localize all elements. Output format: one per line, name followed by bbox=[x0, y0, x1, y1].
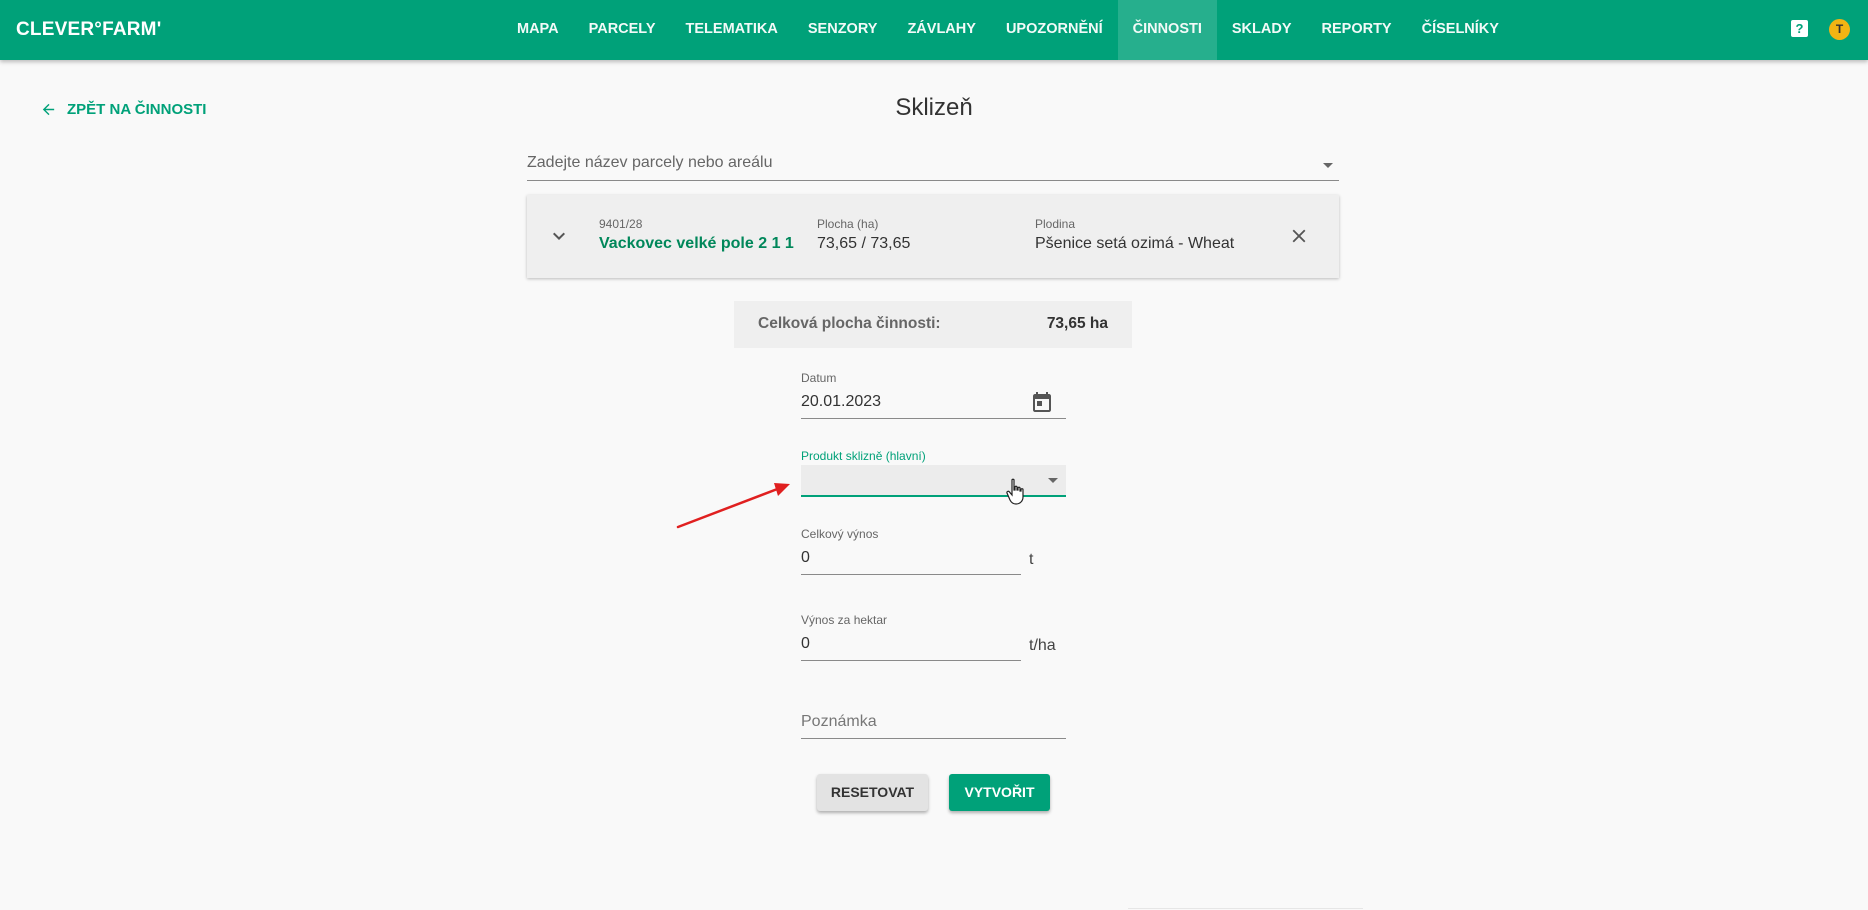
date-label: Datum bbox=[801, 371, 837, 385]
calendar-icon[interactable] bbox=[1030, 391, 1054, 415]
nav-item-cinnosti[interactable]: ČINNOSTI bbox=[1117, 0, 1217, 60]
total-yield-underline bbox=[801, 574, 1021, 575]
top-navbar: CLEVER°FARM' MAPA PARCELY TELEMATIKA SEN… bbox=[0, 0, 1868, 60]
app-logo[interactable]: CLEVER°FARM' bbox=[16, 0, 161, 60]
yield-per-ha-label: Výnos za hektar bbox=[801, 613, 888, 627]
nav-item-senzory[interactable]: SENZORY bbox=[793, 0, 893, 60]
yield-per-ha-underline bbox=[801, 660, 1021, 661]
parcel-search-placeholder: Zadejte název parcely nebo areálu bbox=[527, 154, 773, 171]
dropdown-caret-icon bbox=[1048, 478, 1058, 483]
total-yield-label: Celkový výnos bbox=[801, 527, 879, 541]
hand-cursor-icon bbox=[1006, 478, 1024, 505]
total-area-value: 73,65 ha bbox=[1046, 315, 1108, 332]
parcel-search-input[interactable]: Zadejte název parcely nebo areálu bbox=[527, 150, 1339, 181]
note-underline bbox=[801, 738, 1066, 739]
date-underline bbox=[801, 418, 1066, 419]
area-value: 73,65 / 73,65 bbox=[817, 235, 911, 252]
yield-per-ha-input[interactable]: 0 bbox=[801, 635, 810, 653]
nav-item-sklady[interactable]: SKLADY bbox=[1217, 0, 1307, 60]
area-label: Plocha (ha) bbox=[817, 217, 879, 231]
crop-label: Plodina bbox=[1035, 217, 1076, 231]
total-yield-input[interactable]: 0 bbox=[801, 549, 810, 567]
parcel-card: 9401/28 Vackovec velké pole 2 1 1 Plocha… bbox=[527, 195, 1339, 278]
nav-item-zavlahy[interactable]: ZÁVLAHY bbox=[892, 0, 990, 60]
help-icon[interactable]: ? bbox=[1791, 20, 1808, 37]
crop-value: Pšenice setá ozimá - Wheat bbox=[1035, 235, 1235, 252]
annotation-arrow-icon bbox=[676, 483, 790, 529]
total-area-summary: Celková plocha činnosti: 73,65 ha bbox=[734, 301, 1132, 348]
user-avatar[interactable]: T bbox=[1829, 19, 1850, 40]
nav-item-ciselniky[interactable]: ČÍSELNÍKY bbox=[1407, 0, 1514, 60]
reset-button[interactable]: RESETOVAT bbox=[817, 774, 928, 811]
dropdown-caret-icon bbox=[1323, 163, 1333, 168]
nav-item-parcely[interactable]: PARCELY bbox=[574, 0, 671, 60]
page-title: Sklizeň bbox=[895, 94, 973, 121]
nav-item-reporty[interactable]: REPORTY bbox=[1307, 0, 1407, 60]
nav-item-upozorneni[interactable]: UPOZORNĚNÍ bbox=[991, 0, 1118, 60]
nav-item-telematika[interactable]: TELEMATIKA bbox=[671, 0, 793, 60]
create-button[interactable]: VYTVOŘIT bbox=[949, 774, 1050, 811]
total-yield-unit: t bbox=[1029, 551, 1034, 568]
parcel-name-link[interactable]: Vackovec velké pole 2 1 1 bbox=[599, 235, 794, 253]
date-input[interactable]: 20.01.2023 bbox=[801, 393, 881, 411]
yield-per-ha-unit: t/ha bbox=[1029, 637, 1056, 654]
nav-item-mapa[interactable]: MAPA bbox=[502, 0, 574, 60]
main-nav: MAPA PARCELY TELEMATIKA SENZORY ZÁVLAHY … bbox=[502, 0, 1514, 60]
chevron-down-icon[interactable] bbox=[547, 224, 571, 248]
close-icon[interactable] bbox=[1288, 225, 1310, 247]
product-label: Produkt sklizně (hlavní) bbox=[801, 449, 926, 463]
harvest-product-select[interactable] bbox=[801, 465, 1066, 497]
parcel-id: 9401/28 bbox=[599, 217, 643, 231]
total-area-label: Celková plocha činnosti: bbox=[758, 315, 941, 332]
divider bbox=[1128, 908, 1363, 909]
note-input[interactable]: Poznámka bbox=[801, 713, 877, 731]
